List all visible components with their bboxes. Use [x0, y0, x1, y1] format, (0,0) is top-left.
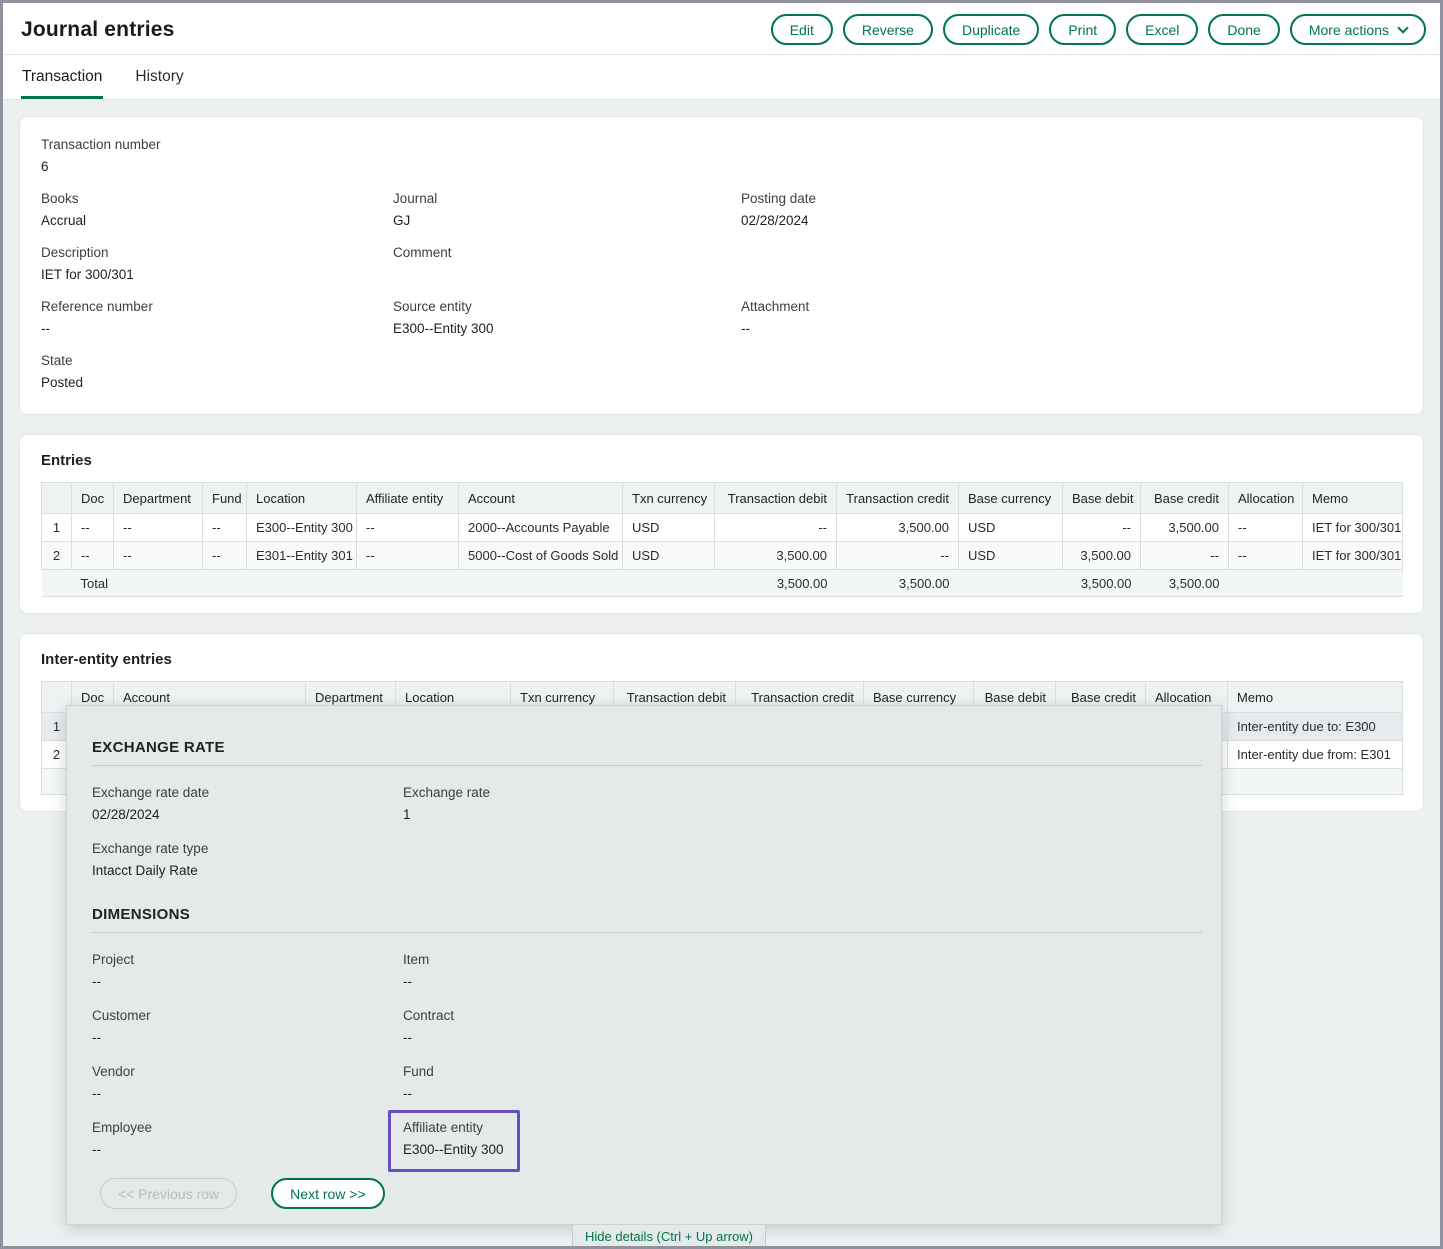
- entries-title: Entries: [41, 452, 1403, 469]
- tab-transaction[interactable]: Transaction: [21, 55, 103, 99]
- field-employee: Employee --: [92, 1120, 403, 1161]
- field-customer: Customer --: [92, 1008, 403, 1046]
- field-description: Description IET for 300/301: [41, 245, 393, 282]
- previous-row-button[interactable]: << Previous row: [100, 1178, 237, 1209]
- entries-total-label: Total: [72, 570, 715, 597]
- entries-card: Entries Doc Department Fund Location A: [19, 434, 1424, 614]
- entries-total-row: Total 3,500.00 3,500.00 3,500.00 3,500.0…: [42, 570, 1403, 597]
- field-source-entity: Source entity E300--Entity 300: [393, 299, 741, 336]
- divider: [92, 765, 1202, 766]
- hide-details-label: Hide details (Ctrl + Up arrow): [585, 1229, 753, 1244]
- more-actions-button[interactable]: More actions: [1290, 14, 1426, 45]
- chevron-down-icon: [1397, 22, 1408, 33]
- field-reference-number: Reference number --: [41, 299, 393, 336]
- field-attachment: Attachment --: [741, 299, 1403, 336]
- inter-entity-title: Inter-entity entries: [41, 651, 1403, 668]
- more-actions-label: More actions: [1309, 22, 1389, 38]
- divider: [92, 932, 1202, 933]
- page-header: Journal entries Edit Reverse Duplicate P…: [3, 3, 1440, 55]
- row-navigation: << Previous row Next row >>: [100, 1178, 385, 1209]
- entries-header-row: Doc Department Fund Location Affiliate e…: [42, 483, 1403, 514]
- field-journal: Journal GJ: [393, 191, 741, 228]
- print-button[interactable]: Print: [1049, 14, 1116, 45]
- field-project: Project --: [92, 952, 403, 990]
- field-exchange-rate-type: Exchange rate type Intacct Daily Rate: [92, 841, 403, 879]
- exchange-rate-heading: EXCHANGE RATE: [92, 739, 1196, 756]
- header-actions: Edit Reverse Duplicate Print Excel Done …: [771, 14, 1426, 45]
- tab-bar: Transaction History: [3, 55, 1440, 100]
- entries-table: Doc Department Fund Location Affiliate e…: [41, 482, 1403, 597]
- next-row-button[interactable]: Next row >>: [271, 1178, 384, 1209]
- edit-button[interactable]: Edit: [771, 14, 833, 45]
- row-detail-panel: EXCHANGE RATE Exchange rate date 02/28/2…: [66, 705, 1222, 1225]
- field-state: State Posted: [41, 353, 393, 390]
- field-posting-date: Posting date 02/28/2024: [741, 191, 1403, 228]
- tab-history[interactable]: History: [134, 55, 184, 99]
- page-title: Journal entries: [21, 18, 175, 42]
- hide-details-tab[interactable]: Hide details (Ctrl + Up arrow): [572, 1225, 766, 1249]
- field-vendor: Vendor --: [92, 1064, 403, 1102]
- field-affiliate-entity-highlighted: Affiliate entity E300--Entity 300: [388, 1110, 520, 1172]
- field-item: Item --: [403, 952, 1196, 990]
- excel-button[interactable]: Excel: [1126, 14, 1198, 45]
- field-comment: Comment: [393, 245, 741, 282]
- entries-row-1[interactable]: 1 -- -- -- E300--Entity 300 -- 2000--Acc…: [42, 514, 1403, 542]
- journal-entries-page: Journal entries Edit Reverse Duplicate P…: [0, 0, 1443, 1249]
- field-fund: Fund --: [403, 1064, 1196, 1102]
- transaction-details-card: Transaction number 6 Books Accrual Journ…: [19, 116, 1424, 415]
- field-exchange-rate: Exchange rate 1: [403, 785, 1196, 823]
- done-button[interactable]: Done: [1208, 14, 1279, 45]
- reverse-button[interactable]: Reverse: [843, 14, 933, 45]
- field-exchange-rate-date: Exchange rate date 02/28/2024: [92, 785, 403, 823]
- field-contract: Contract --: [403, 1008, 1196, 1046]
- field-transaction-number: Transaction number 6: [41, 137, 393, 174]
- entries-row-2[interactable]: 2 -- -- -- E301--Entity 301 -- 5000--Cos…: [42, 542, 1403, 570]
- duplicate-button[interactable]: Duplicate: [943, 14, 1039, 45]
- dimensions-heading: DIMENSIONS: [92, 906, 1196, 923]
- field-books: Books Accrual: [41, 191, 393, 228]
